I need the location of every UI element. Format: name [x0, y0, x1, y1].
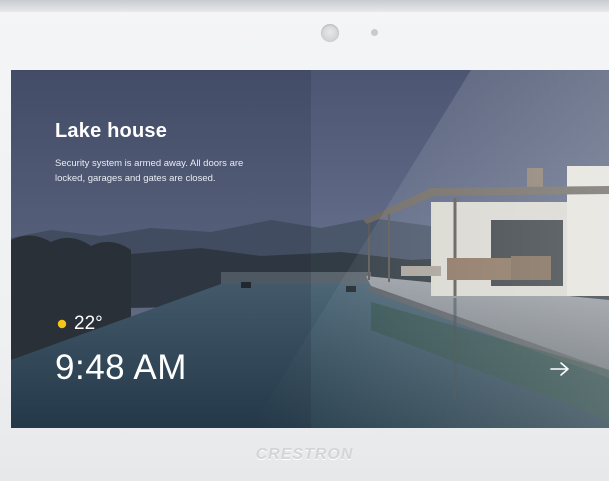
clock-time: 9:48 AM	[55, 348, 187, 387]
camera-icon	[321, 24, 339, 42]
home-screen[interactable]: Lake house Security system is armed away…	[11, 70, 609, 428]
arrow-right-icon	[550, 362, 569, 376]
light-sensor	[371, 29, 378, 36]
security-status-text: Security system is armed away. All doors…	[55, 158, 244, 184]
brand-logo: CRESTRON	[255, 446, 354, 463]
panel-top-edge	[0, 0, 609, 12]
weather-widget: 22°	[55, 312, 103, 336]
next-page-button[interactable]	[545, 357, 575, 381]
sun-icon	[57, 319, 67, 329]
touch-panel-frame: Lake house Security system is armed away…	[0, 0, 609, 481]
temperature-value: 22°	[74, 313, 103, 334]
room-title: Lake house	[55, 120, 168, 142]
